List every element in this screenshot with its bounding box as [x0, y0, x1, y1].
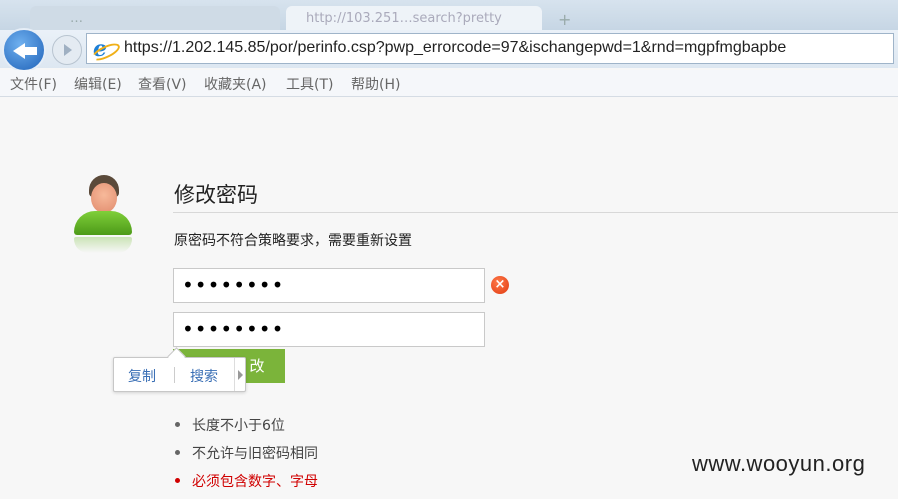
menu-help[interactable]: 帮助(H) — [351, 74, 400, 94]
rule-item: 长度不小于6位 — [174, 415, 318, 443]
context-popup: 复制 搜索 — [113, 347, 247, 392]
forward-arrow-icon[interactable] — [52, 35, 82, 65]
menu-tools[interactable]: 工具(T) — [286, 74, 333, 94]
password-rules: 长度不小于6位 不允许与旧密码相同 必须包含数字、字母 — [174, 415, 318, 499]
back-arrow-icon[interactable] — [2, 28, 46, 72]
user-avatar-icon — [74, 175, 132, 265]
rule-item: 必须包含数字、字母 — [174, 471, 318, 499]
url-text[interactable]: https://1.202.145.85/por/perinfo.csp?pwp… — [124, 39, 786, 57]
page-content: 修改密码 原密码不符合策略要求，需要重新设置 •••••••• × ••••••… — [0, 97, 898, 492]
confirm-password-field[interactable]: •••••••• — [173, 312, 485, 347]
policy-notice: 原密码不符合策略要求，需要重新设置 — [174, 233, 412, 249]
browser-tab-bar: … http://103.251…search?pretty + — [0, 0, 898, 34]
rule-item: 不允许与旧密码相同 — [174, 443, 318, 471]
copy-menu-item[interactable]: 复制 — [128, 366, 156, 386]
popup-separator — [174, 367, 175, 383]
new-tab-button[interactable]: + — [558, 10, 571, 29]
address-bar[interactable]: e https://1.202.145.85/por/perinfo.csp?p… — [86, 33, 894, 64]
menu-edit[interactable]: 编辑(E) — [74, 74, 122, 94]
new-password-field[interactable]: •••••••• — [173, 268, 485, 303]
chevron-right-icon[interactable] — [234, 358, 247, 391]
menu-favorites[interactable]: 收藏夹(A) — [204, 74, 267, 94]
error-x-icon: × — [491, 276, 509, 294]
tab-2-label: http://103.251…search?pretty — [306, 11, 502, 26]
title-divider — [173, 212, 898, 213]
menu-file[interactable]: 文件(F) — [10, 74, 57, 94]
ie-logo-icon: e — [93, 38, 115, 60]
page-title: 修改密码 — [174, 183, 258, 207]
submit-label: 改 — [249, 357, 265, 375]
menu-bar: 文件(F) 编辑(E) 查看(V) 收藏夹(A) 工具(T) 帮助(H) — [0, 70, 898, 97]
watermark: www.wooyun.org — [692, 451, 866, 476]
search-menu-item[interactable]: 搜索 — [190, 366, 218, 386]
tab-1-label: … — [70, 11, 83, 26]
menu-view[interactable]: 查看(V) — [138, 74, 187, 94]
